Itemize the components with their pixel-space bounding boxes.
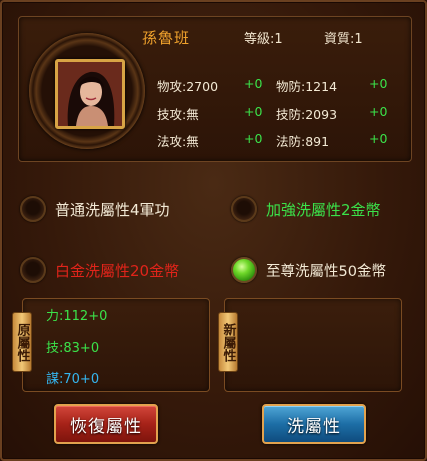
attr-strength: 力:112+0 xyxy=(46,305,107,324)
hero-level: 等級:1 xyxy=(244,32,283,47)
attr-skill-key: 技: xyxy=(46,341,64,356)
stat-physical-attack-bonus: +0 xyxy=(244,76,263,91)
option-platinum-wash[interactable]: 白金洗屬性20金幣 xyxy=(20,256,179,284)
stat-magic-defense: 法防:891 xyxy=(276,134,330,149)
option-enhanced-wash-label: 加強洗屬性2金幣 xyxy=(266,200,381,219)
stat-magic-attack: 法攻:無 xyxy=(157,134,199,149)
stat-magic-defense-bonus: +0 xyxy=(369,131,388,146)
attr-strength-value: 112+0 xyxy=(63,309,108,324)
hero-quality: 資質:1 xyxy=(324,32,363,47)
stat-magic-attack-bonus: +0 xyxy=(244,131,263,146)
attr-skill: 技:83+0 xyxy=(46,337,99,356)
stat-physical-attack: 物攻:2700 xyxy=(157,79,219,94)
restore-attributes-button[interactable]: 恢復屬性 xyxy=(54,404,158,444)
stat-physical-defense: 物防:1214 xyxy=(276,79,338,94)
option-supreme-wash[interactable]: 至尊洗屬性50金幣 xyxy=(231,256,386,284)
option-enhanced-wash[interactable]: 加強洗屬性2金幣 xyxy=(231,195,381,223)
stat-skill-defense-bonus: +0 xyxy=(369,104,388,119)
hero-name: 孫魯班 xyxy=(142,29,191,47)
stat-skill-attack: 技攻:無 xyxy=(157,107,199,122)
option-platinum-wash-label: 白金洗屬性20金幣 xyxy=(55,261,180,280)
radio-normal-wash[interactable] xyxy=(20,196,46,222)
new-attributes-box xyxy=(224,298,402,392)
stat-skill-attack-bonus: +0 xyxy=(244,104,263,119)
original-attributes-tag: 原屬性 xyxy=(12,312,32,372)
option-normal-wash[interactable]: 普通洗屬性4軍功 xyxy=(20,195,170,223)
wash-attributes-button[interactable]: 洗屬性 xyxy=(262,404,366,444)
radio-enhanced-wash[interactable] xyxy=(231,196,257,222)
option-supreme-wash-label: 至尊洗屬性50金幣 xyxy=(266,263,386,280)
option-normal-wash-label: 普通洗屬性4軍功 xyxy=(55,200,170,219)
attr-strategy-key: 謀: xyxy=(46,372,64,387)
radio-platinum-wash[interactable] xyxy=(20,257,46,283)
attr-strength-key: 力: xyxy=(46,309,64,324)
stat-physical-defense-bonus: +0 xyxy=(369,76,388,91)
hero-portrait[interactable] xyxy=(55,59,125,129)
stat-skill-defense: 技防:2093 xyxy=(276,107,338,122)
hero-portrait-art xyxy=(58,62,122,126)
attr-skill-value: 83+0 xyxy=(63,341,100,356)
radio-supreme-wash-selected[interactable] xyxy=(231,257,257,283)
attr-strategy: 謀:70+0 xyxy=(46,368,99,387)
attr-strategy-value: 70+0 xyxy=(63,372,100,387)
new-attributes-tag: 新屬性 xyxy=(218,312,238,372)
